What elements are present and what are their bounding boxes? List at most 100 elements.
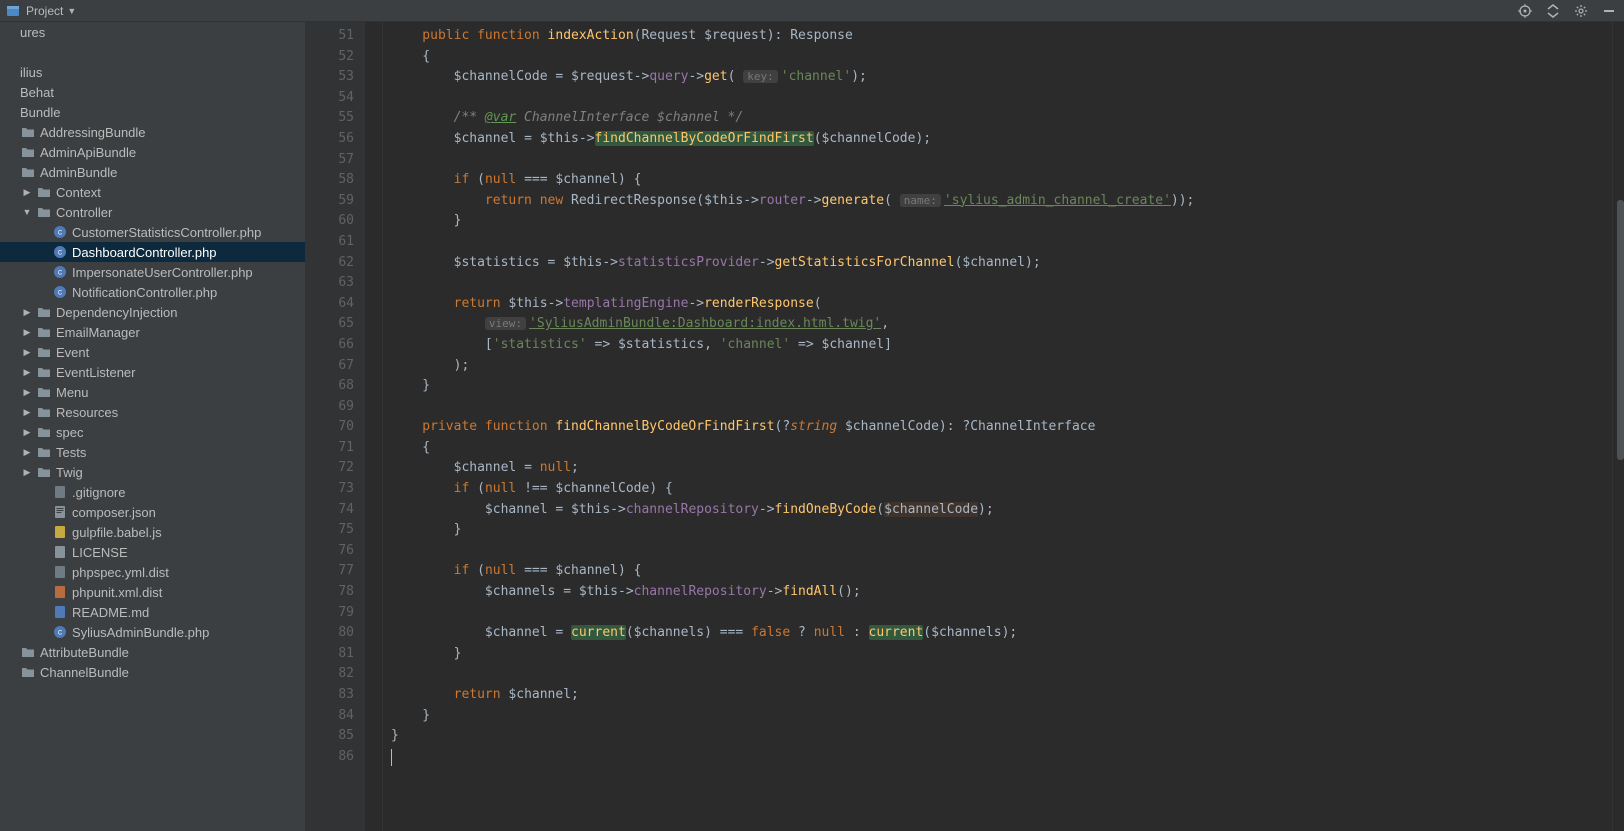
tree-row[interactable]: ilius (0, 62, 305, 82)
line-number: 86 (305, 747, 354, 768)
tree-row[interactable]: ▼Controller (0, 202, 305, 222)
tree-row[interactable]: Bundle (0, 102, 305, 122)
sidebar-scrollbar[interactable] (1617, 200, 1624, 460)
tree-row[interactable]: ▶EmailManager (0, 322, 305, 342)
tree-row[interactable]: ChannelBundle (0, 662, 305, 682)
gear-icon[interactable] (1574, 4, 1588, 18)
minimize-icon[interactable] (1602, 4, 1616, 18)
code-line[interactable]: ); (391, 356, 1612, 377)
code-line[interactable] (391, 397, 1612, 418)
folder-icon (36, 424, 52, 440)
code-line[interactable]: { (391, 438, 1612, 459)
code-line[interactable]: return new RedirectResponse($this->route… (391, 191, 1612, 212)
tree-row[interactable]: CSyliusAdminBundle.php (0, 622, 305, 642)
code-line[interactable]: } (391, 211, 1612, 232)
twisty-icon[interactable]: ▶ (22, 407, 32, 418)
tree-row[interactable]: ▶Resources (0, 402, 305, 422)
code-line[interactable]: $channel = $this->channelRepository->fin… (391, 500, 1612, 521)
code-line[interactable]: if (null !== $channelCode) { (391, 479, 1612, 500)
code-line[interactable]: /** @var ChannelInterface $channel */ (391, 108, 1612, 129)
twisty-icon[interactable]: ▶ (22, 347, 32, 358)
tree-row[interactable]: CDashboardController.php (0, 242, 305, 262)
code-line[interactable]: if (null === $channel) { (391, 561, 1612, 582)
tree-row[interactable]: .gitignore (0, 482, 305, 502)
code-line[interactable]: { (391, 47, 1612, 68)
twisty-icon[interactable]: ▶ (22, 307, 32, 318)
project-tree[interactable]: uresilius Behat BundleAddressingBundleAd… (0, 22, 305, 831)
tree-row[interactable]: ▶Menu (0, 382, 305, 402)
code-line[interactable]: private function findChannelByCodeOrFind… (391, 417, 1612, 438)
code-line[interactable]: $channel = null; (391, 458, 1612, 479)
tree-row[interactable]: README.md (0, 602, 305, 622)
code-line[interactable] (391, 603, 1612, 624)
tree-row[interactable]: composer.json (0, 502, 305, 522)
code-line[interactable] (391, 150, 1612, 171)
twisty-icon[interactable]: ▶ (22, 327, 32, 338)
tree-row[interactable]: AttributeBundle (0, 642, 305, 662)
toolbar: Project ▼ (0, 0, 1624, 22)
code-line[interactable] (391, 664, 1612, 685)
code-line[interactable]: return $this->templatingEngine->renderRe… (391, 294, 1612, 315)
code-line[interactable]: $statistics = $this->statisticsProvider-… (391, 253, 1612, 274)
code-line[interactable]: ['statistics' => $statistics, 'channel' … (391, 335, 1612, 356)
tree-row[interactable]: AdminBundle (0, 162, 305, 182)
tree-label: CustomerStatisticsController.php (72, 225, 261, 240)
twisty-icon[interactable]: ▶ (22, 427, 32, 438)
tree-label: ChannelBundle (40, 665, 129, 680)
code-line[interactable]: public function indexAction(Request $req… (391, 26, 1612, 47)
tree-row[interactable]: phpspec.yml.dist (0, 562, 305, 582)
code-line[interactable]: } (391, 520, 1612, 541)
twisty-icon[interactable]: ▶ (22, 187, 32, 198)
code-line[interactable]: $channel = $this->findChannelByCodeOrFin… (391, 129, 1612, 150)
code-line[interactable]: $channelCode = $request->query->get( key… (391, 67, 1612, 88)
twisty-icon[interactable]: ▶ (22, 367, 32, 378)
target-icon[interactable] (1518, 4, 1532, 18)
tree-row[interactable]: ▶ spec (0, 422, 305, 442)
tree-row[interactable]: Behat (0, 82, 305, 102)
tree-row[interactable]: ▶Tests (0, 442, 305, 462)
fold-column[interactable] (365, 22, 383, 831)
code-line[interactable]: } (391, 376, 1612, 397)
tree-row[interactable]: CImpersonateUserController.php (0, 262, 305, 282)
project-dropdown[interactable]: Project ▼ (26, 4, 76, 18)
folder-icon (36, 384, 52, 400)
code-line[interactable]: view:'SyliusAdminBundle:Dashboard:index.… (391, 314, 1612, 335)
code-line[interactable]: } (391, 726, 1612, 747)
code-line[interactable] (391, 541, 1612, 562)
tree-label: spec (56, 425, 83, 440)
line-number: 79 (305, 603, 354, 624)
tree-label: Context (56, 185, 101, 200)
tree-row[interactable]: ures (0, 22, 305, 42)
code-line[interactable]: return $channel; (391, 685, 1612, 706)
code-line[interactable] (391, 88, 1612, 109)
tree-row[interactable]: phpunit.xml.dist (0, 582, 305, 602)
tree-row[interactable]: ▶EventListener (0, 362, 305, 382)
tree-row[interactable] (0, 42, 305, 62)
tree-row[interactable]: ▶Twig (0, 462, 305, 482)
code-line[interactable]: $channel = current($channels) === false … (391, 623, 1612, 644)
code-line[interactable]: if (null === $channel) { (391, 170, 1612, 191)
tree-row[interactable]: CNotificationController.php (0, 282, 305, 302)
editor[interactable]: 5152535455565758596061626364656667686970… (305, 22, 1624, 831)
twisty-icon[interactable]: ▼ (22, 207, 32, 217)
code-line[interactable]: $channels = $this->channelRepository->fi… (391, 582, 1612, 603)
twisty-icon[interactable]: ▶ (22, 387, 32, 398)
twisty-icon[interactable]: ▶ (22, 467, 32, 478)
tree-row[interactable]: gulpfile.babel.js (0, 522, 305, 542)
tree-row[interactable]: ▶DependencyInjection (0, 302, 305, 322)
twisty-icon[interactable]: ▶ (22, 447, 32, 458)
code-line[interactable] (391, 747, 1612, 768)
json-icon (52, 504, 68, 520)
code-area[interactable]: public function indexAction(Request $req… (383, 22, 1612, 831)
tree-row[interactable]: LICENSE (0, 542, 305, 562)
code-line[interactable]: } (391, 644, 1612, 665)
code-line[interactable]: } (391, 706, 1612, 727)
tree-row[interactable]: CCustomerStatisticsController.php (0, 222, 305, 242)
tree-row[interactable]: ▶Event (0, 342, 305, 362)
tree-row[interactable]: ▶ Context (0, 182, 305, 202)
tree-row[interactable]: AdminApiBundle (0, 142, 305, 162)
code-line[interactable] (391, 273, 1612, 294)
tree-row[interactable]: AddressingBundle (0, 122, 305, 142)
collapse-icon[interactable] (1546, 4, 1560, 18)
code-line[interactable] (391, 232, 1612, 253)
